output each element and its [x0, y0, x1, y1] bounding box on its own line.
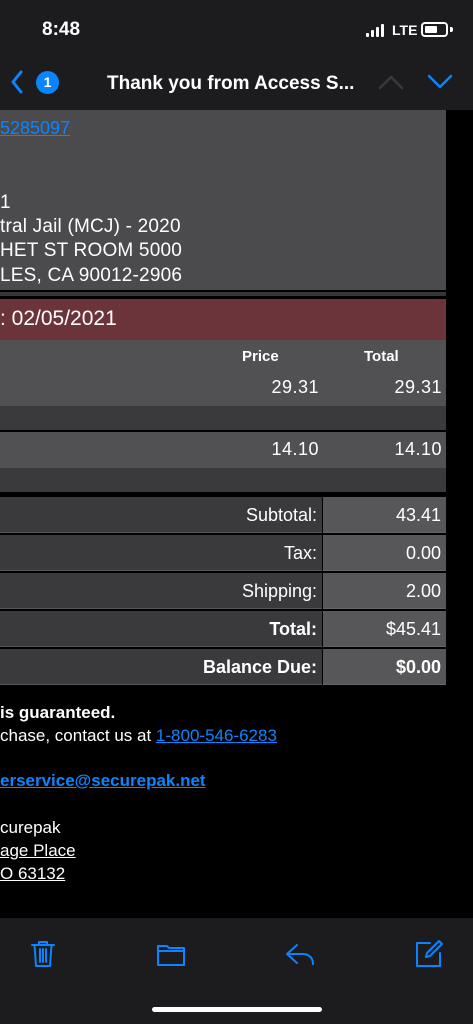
row-band [0, 468, 446, 492]
battery-icon [421, 22, 448, 37]
item-price: 29.31 [271, 377, 319, 397]
summary-value-cell: $0.00 [323, 649, 446, 685]
email-body: 5285097 1 tral Jail (MCJ) - 2020 HET ST … [0, 110, 473, 918]
address-line: 1 [0, 192, 11, 213]
summary-value-cell: $45.41 [323, 611, 446, 647]
email-line: erservice@securepak.net [0, 771, 206, 791]
chevron-down-icon[interactable] [427, 74, 453, 90]
network-label: LTE [392, 22, 418, 38]
date-bar: : 02/05/2021 [0, 299, 446, 340]
item-price: 14.10 [271, 439, 319, 459]
summary-value: $45.41 [385, 619, 441, 639]
city-text: O 63132 [0, 864, 66, 883]
folder-icon[interactable] [155, 938, 187, 970]
summary-value-cell: 2.00 [323, 573, 446, 609]
trash-icon[interactable] [27, 938, 59, 970]
summary-row: Total: [0, 611, 322, 647]
row-band [0, 406, 446, 430]
table-row: 14.10 14.10 [0, 432, 446, 468]
summary-label: Shipping: [241, 581, 317, 601]
divider [0, 292, 446, 296]
address-street: age Place [0, 841, 76, 861]
summary-value: 0.00 [405, 543, 441, 563]
chevron-up-icon[interactable] [378, 74, 404, 90]
summary-row: Balance Due: [0, 649, 322, 685]
summary-label: Balance Due: [202, 657, 317, 677]
summary-row: Tax: [0, 535, 322, 571]
nav-bar: 1 Thank you from Access S... [0, 56, 473, 110]
phone-link[interactable]: 1-800-546-6283 [156, 726, 277, 745]
table-row: 29.31 29.31 [0, 370, 446, 406]
compose-icon[interactable] [413, 938, 445, 970]
table-header: Price Total [0, 340, 446, 370]
guarantee-text: is guaranteed. [0, 703, 116, 722]
order-date: : 02/05/2021 [0, 307, 117, 330]
contact-line: chase, contact us at 1-800-546-6283 [0, 726, 277, 746]
total-header: Total [364, 348, 399, 365]
back-button[interactable]: 1 [6, 66, 64, 100]
address-line: tral Jail (MCJ) - 2020 [0, 216, 181, 237]
home-indicator [152, 1007, 322, 1012]
summary-label: Total: [269, 619, 317, 639]
summary-row: Shipping: [0, 573, 322, 609]
summary-value: 43.41 [395, 505, 441, 525]
status-time: 8:48 [42, 19, 81, 40]
company-name: curepak [0, 818, 61, 837]
summary-row: Subtotal: [0, 497, 322, 533]
order-link[interactable]: 5285097 [0, 118, 70, 139]
support-email-link[interactable]: erservice@securepak.net [0, 771, 206, 790]
status-bar: 8:48 LTE [0, 0, 473, 56]
street-text: age Place [0, 841, 76, 860]
chevron-left-icon [11, 70, 23, 94]
address-city: O 63132 [0, 864, 65, 884]
address-line: HET ST ROOM 5000 [0, 240, 183, 261]
signal-icon [366, 24, 386, 37]
battery-cap [450, 27, 453, 32]
reply-icon[interactable] [284, 938, 316, 970]
address-panel: 5285097 1 tral Jail (MCJ) - 2020 HET ST … [0, 110, 446, 290]
unread-badge: 1 [36, 71, 59, 94]
summary-label: Subtotal: [245, 505, 317, 525]
summary-value: $0.00 [395, 657, 441, 677]
price-header: Price [242, 348, 279, 365]
summary-label: Tax: [283, 543, 317, 563]
summary-value-cell: 43.41 [323, 497, 446, 533]
item-total: 29.31 [394, 377, 442, 397]
contact-prefix: chase, contact us at [0, 726, 156, 745]
address-line: LES, CA 90012-2906 [0, 265, 183, 286]
nav-title: Thank you from Access S... [107, 73, 355, 94]
item-total: 14.10 [394, 439, 442, 459]
summary-value: 2.00 [405, 581, 441, 601]
summary-value-cell: 0.00 [323, 535, 446, 571]
